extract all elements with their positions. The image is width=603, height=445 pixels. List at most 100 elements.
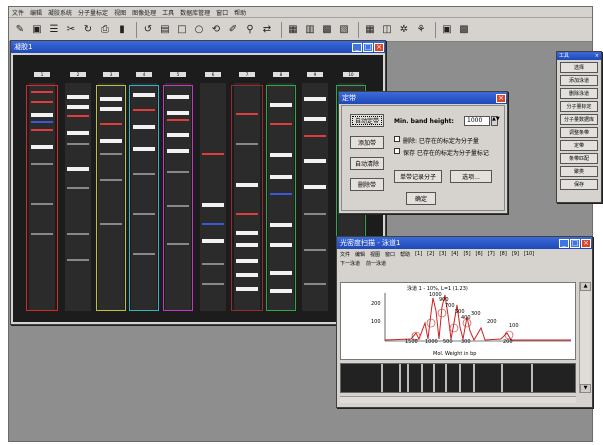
close-icon[interactable]: × (595, 52, 601, 60)
gel-band[interactable] (67, 115, 89, 117)
menu-file[interactable]: 文件 (12, 8, 24, 17)
gel-band[interactable] (304, 117, 326, 121)
lane-header[interactable]: 4 (136, 72, 152, 77)
gel-lane[interactable] (302, 83, 328, 311)
dens-menu-item[interactable]: 编辑 (355, 251, 365, 258)
add-band-button[interactable]: 添加带 (350, 136, 384, 149)
dens-menu-item[interactable]: 窗口 (385, 251, 395, 258)
gel-band[interactable] (304, 159, 326, 163)
dens-menu-item[interactable]: 视图 (370, 251, 380, 258)
link-icon[interactable]: ✂ (64, 22, 78, 37)
gel-band[interactable] (304, 283, 326, 285)
mask-icon[interactable]: ▣ (440, 22, 454, 37)
palette-cluster-button[interactable]: 聚类 (560, 166, 598, 177)
gel-band[interactable] (202, 153, 224, 155)
undo-icon[interactable]: ↺ (141, 22, 155, 37)
table-icon[interactable]: ▩ (320, 22, 334, 37)
menu-gel[interactable]: 凝胶系统 (48, 8, 72, 17)
lane-icon[interactable]: ▤ (158, 22, 172, 37)
densitometry-titlebar[interactable]: 光密度扫描 - 泳道1 _ □ × (337, 237, 592, 249)
dens-menu-item[interactable]: [1] (415, 251, 422, 257)
dens-menu-item[interactable]: [2] (427, 251, 434, 257)
palette-match-button[interactable]: 条带匹配 (560, 153, 598, 164)
lane-header[interactable]: 6 (205, 72, 221, 77)
spin-icon[interactable]: ▲▼ (491, 116, 500, 126)
min-band-input[interactable]: 1000 (464, 116, 490, 126)
gel-band[interactable] (67, 143, 89, 145)
palette-add-lane-button[interactable]: 添加泳道 (560, 75, 598, 86)
new-icon[interactable]: ✎ (13, 22, 27, 37)
network-icon[interactable]: ✲ (397, 22, 411, 37)
options-button[interactable]: 选项... (450, 170, 492, 183)
chart-icon[interactable]: ▥ (303, 22, 317, 37)
palette-delete-lane-button[interactable]: 删除泳道 (560, 88, 598, 99)
palette-mw-button[interactable]: 分子量标定 (560, 101, 598, 112)
refresh-icon[interactable]: ↻ (81, 22, 95, 37)
gel-band[interactable] (202, 283, 224, 285)
lane-header[interactable]: 9 (307, 72, 323, 77)
palette-band-button[interactable]: 定带 (560, 140, 598, 151)
gel-band[interactable] (67, 95, 89, 99)
draw-icon[interactable]: ✐ (226, 22, 240, 37)
minimize-icon[interactable]: _ (559, 238, 569, 248)
gel-band[interactable] (67, 187, 89, 189)
palette-save-button[interactable]: 保存 (560, 179, 598, 190)
gel-band[interactable] (202, 239, 224, 243)
menu-tools[interactable]: 工具 (162, 8, 174, 17)
gel-band[interactable] (202, 203, 224, 207)
gel-band[interactable] (304, 185, 326, 189)
gel-band[interactable] (202, 223, 224, 225)
single-band-button[interactable]: 单带记录分子 (394, 170, 442, 183)
lane-header[interactable]: 10 (343, 72, 359, 77)
gel-band[interactable] (67, 233, 89, 235)
zoom-icon[interactable]: ⚲ (243, 22, 257, 37)
gel-band[interactable] (304, 97, 326, 101)
dens-menu-item[interactable]: [8] (500, 251, 507, 257)
delete-existing-checkbox[interactable] (394, 136, 400, 142)
menu-mw[interactable]: 分子量标定 (78, 8, 108, 17)
close-icon[interactable]: × (581, 238, 591, 248)
keep-existing-checkbox[interactable] (394, 148, 400, 154)
dens-menu-item[interactable]: 帮助 (400, 251, 410, 258)
dens-menu-item[interactable]: [4] (451, 251, 458, 257)
vertical-scrollbar[interactable]: ▲ ▼ (579, 282, 591, 393)
maximize-icon[interactable]: □ (363, 42, 373, 52)
gel-lane[interactable] (65, 83, 91, 311)
palette-adjust-button[interactable]: 调整条带 (560, 127, 598, 138)
band-dialog-titlebar[interactable]: 定带 × (339, 92, 507, 104)
palette-mw-db-button[interactable]: 分子量数据库 (560, 114, 598, 125)
delete-band-button[interactable]: 删除带 (350, 178, 384, 191)
dens-menu-item[interactable]: [3] (439, 251, 446, 257)
gel-band[interactable] (304, 213, 326, 215)
gel-icon[interactable]: ⚘ (414, 22, 428, 37)
gel-band[interactable] (304, 249, 326, 251)
densitometry-plot[interactable]: 泳道 1 - 10%, L=1 (1.23) 200 100 1000 900 … (340, 282, 576, 360)
close-icon[interactable]: × (496, 93, 506, 103)
gel-band[interactable] (304, 135, 326, 137)
lane-header[interactable]: 7 (239, 72, 255, 77)
menu-image[interactable]: 图像处理 (132, 8, 156, 17)
maximize-icon[interactable]: □ (570, 238, 580, 248)
lane-header[interactable]: 2 (70, 72, 86, 77)
palette-select-button[interactable]: 选择 (560, 62, 598, 73)
lane-header[interactable]: 1 (34, 72, 50, 77)
dens-menu-item[interactable]: [9] (512, 251, 519, 257)
gel-window-titlebar[interactable]: 凝胶1 _ □ × (11, 41, 385, 53)
fit-icon[interactable]: ◫ (380, 22, 394, 37)
menu-window[interactable]: 窗口 (216, 8, 228, 17)
menu-help[interactable]: 帮助 (234, 8, 246, 17)
scroll-down-icon[interactable]: ▼ (580, 384, 591, 393)
lane-header[interactable]: 8 (273, 72, 289, 77)
rotate-icon[interactable]: ⟲ (209, 22, 223, 37)
bands-icon[interactable]: ▧ (337, 22, 351, 37)
gel-image[interactable]: 1 2 3 4 5 6 7 8 9 10 (13, 55, 383, 322)
menu-database[interactable]: 数据库管理 (180, 8, 210, 17)
flip-icon[interactable]: ⇄ (260, 22, 274, 37)
dens-menu-item[interactable]: [6] (476, 251, 483, 257)
gel-band[interactable] (67, 259, 89, 261)
matrix-icon[interactable]: ▦ (363, 22, 377, 37)
auto-band-button[interactable]: 自动定带 (350, 114, 384, 127)
grid2-icon[interactable]: ▦ (286, 22, 300, 37)
auto-clear-button[interactable]: 自动清除 (350, 157, 384, 170)
menu-view[interactable]: 视图 (114, 8, 126, 17)
